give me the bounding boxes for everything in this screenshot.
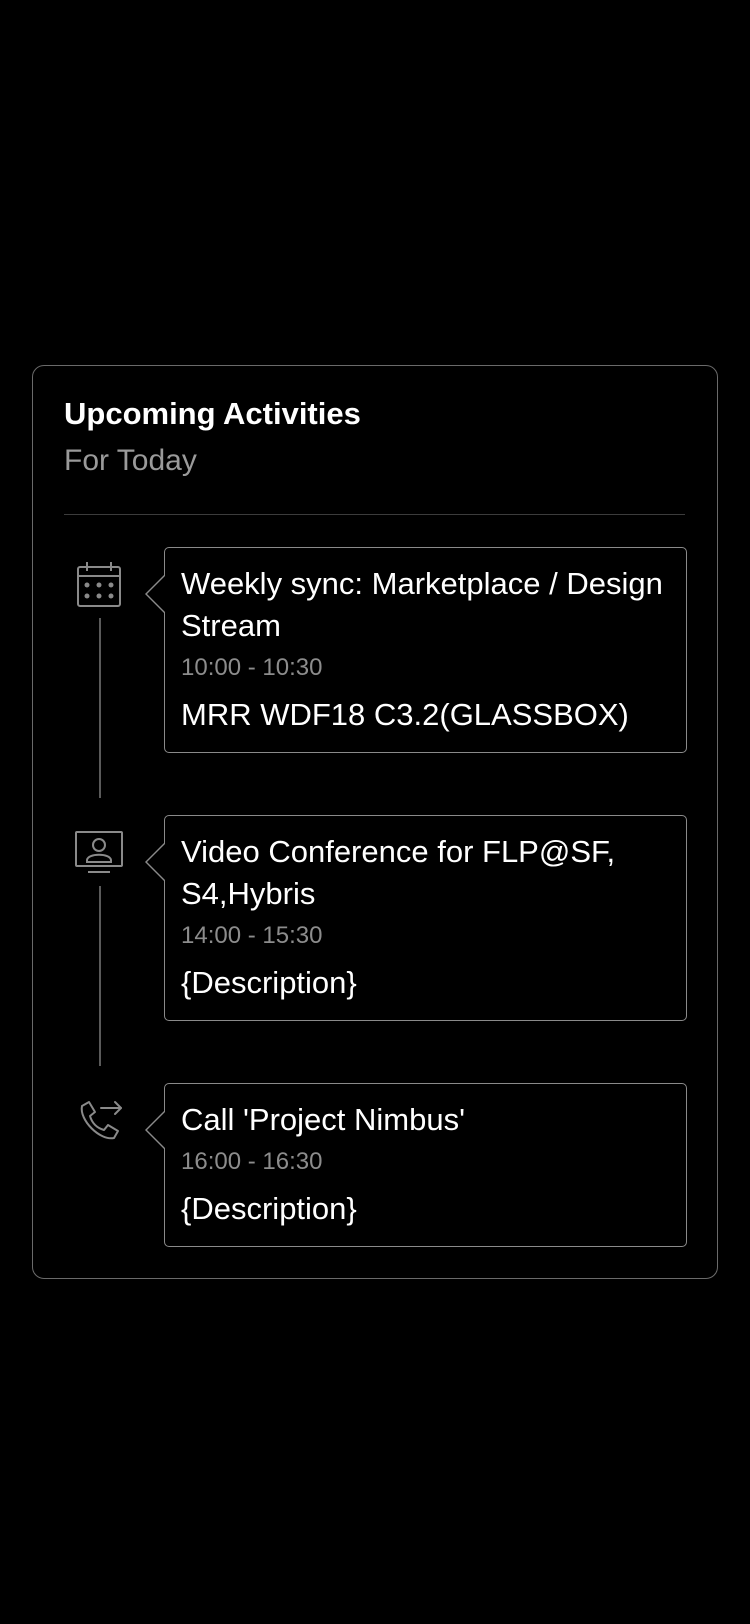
card-title: Upcoming Activities bbox=[64, 396, 361, 431]
activity-title: Weekly sync: Marketplace / Design Stream bbox=[181, 566, 663, 643]
activity-time: 10:00 - 10:30 bbox=[181, 654, 323, 681]
activity-description: {Description} bbox=[181, 965, 357, 1000]
activity-item[interactable]: Weekly sync: Marketplace / Design Stream… bbox=[145, 547, 687, 753]
activity-item[interactable]: Call 'Project Nimbus' 16:00 - 16:30 {Des… bbox=[145, 1083, 687, 1247]
video-conference-icon bbox=[74, 828, 124, 878]
upcoming-activities-card: Upcoming Activities For Today Weekly syn… bbox=[32, 365, 718, 1279]
activity-time: 14:00 - 15:30 bbox=[181, 922, 323, 949]
activity-item[interactable]: Video Conference for FLP@SF, S4,Hybris 1… bbox=[145, 815, 687, 1021]
calendar-icon bbox=[74, 560, 124, 610]
phone-call-icon bbox=[74, 1096, 124, 1146]
activity-time: 16:00 - 16:30 bbox=[181, 1148, 323, 1175]
activity-description: {Description} bbox=[181, 1191, 357, 1226]
activity-title: Video Conference for FLP@SF, S4,Hybris bbox=[181, 834, 616, 911]
timeline-connector bbox=[99, 618, 101, 798]
card-subtitle: For Today bbox=[64, 444, 197, 477]
activity-title: Call 'Project Nimbus' bbox=[181, 1102, 466, 1137]
activity-description: MRR WDF18 C3.2(GLASSBOX) bbox=[181, 697, 629, 732]
timeline-connector bbox=[99, 886, 101, 1066]
header-divider bbox=[64, 514, 685, 515]
